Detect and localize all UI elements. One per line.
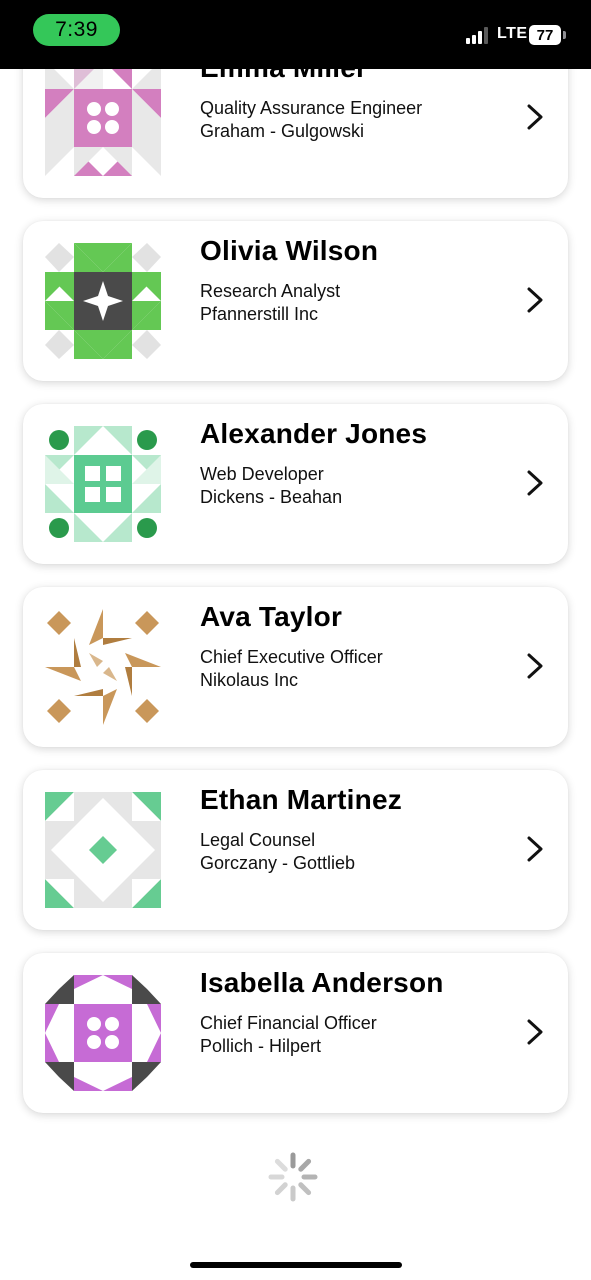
contact-title: Research Analyst [200, 281, 341, 301]
contact-name: Alexander Jones [200, 418, 428, 449]
status-time[interactable]: 7:39 [33, 14, 120, 46]
contact-card-ava-taylor[interactable]: Ava Taylor Chief Executive Officer Nikol… [23, 587, 568, 747]
home-indicator[interactable] [190, 1262, 402, 1268]
contact-name: Ava Taylor [200, 601, 343, 632]
cellular-signal-icon [466, 26, 492, 44]
contact-card-isabella-anderson[interactable]: Isabella Anderson Chief Financial Office… [23, 953, 568, 1113]
avatar-identicon [45, 975, 161, 1091]
contact-card-ethan-martinez[interactable]: Ethan Martinez Legal Counsel Gorczany - … [23, 770, 568, 930]
avatar-identicon [45, 426, 161, 542]
status-bar: 7:39 LTE 77 [0, 0, 591, 69]
avatar-identicon [45, 792, 161, 908]
contact-company: Pollich - Hilpert [200, 1036, 322, 1056]
battery-cap [563, 31, 566, 39]
contact-title: Chief Financial Officer [200, 1013, 377, 1033]
chevron-right-icon[interactable] [523, 651, 547, 681]
contact-name: Isabella Anderson [200, 967, 444, 998]
battery-icon: 77 [529, 25, 561, 45]
contact-company: Graham - Gulgowski [200, 121, 365, 141]
avatar-identicon [45, 609, 161, 725]
contact-name: Ethan Martinez [200, 784, 402, 815]
contact-company: Nikolaus Inc [200, 670, 299, 690]
chevron-right-icon[interactable] [523, 834, 547, 864]
battery-level: 77 [536, 26, 554, 44]
contact-title: Chief Executive Officer [200, 647, 383, 667]
contact-company: Gorczany - Gottlieb [200, 853, 356, 873]
avatar-identicon [45, 243, 161, 359]
chevron-right-icon[interactable] [523, 102, 547, 132]
avatar-identicon [45, 60, 161, 176]
contact-title: Web Developer [200, 464, 324, 484]
spinner-icon [268, 1152, 318, 1202]
contact-company: Dickens - Beahan [200, 487, 343, 507]
contact-name: Olivia Wilson [200, 235, 379, 266]
chevron-right-icon[interactable] [523, 1017, 547, 1047]
contact-company: Pfannerstill Inc [200, 304, 319, 324]
contact-title: Quality Assurance Engineer [200, 98, 423, 118]
contact-card-alexander-jones[interactable]: Alexander Jones Web Developer Dickens - … [23, 404, 568, 564]
network-type: LTE [497, 25, 528, 42]
contact-title: Legal Counsel [200, 830, 316, 850]
chevron-right-icon[interactable] [523, 468, 547, 498]
chevron-right-icon[interactable] [523, 285, 547, 315]
contact-card-olivia-wilson[interactable]: Olivia Wilson Research Analyst Pfannerst… [23, 221, 568, 381]
